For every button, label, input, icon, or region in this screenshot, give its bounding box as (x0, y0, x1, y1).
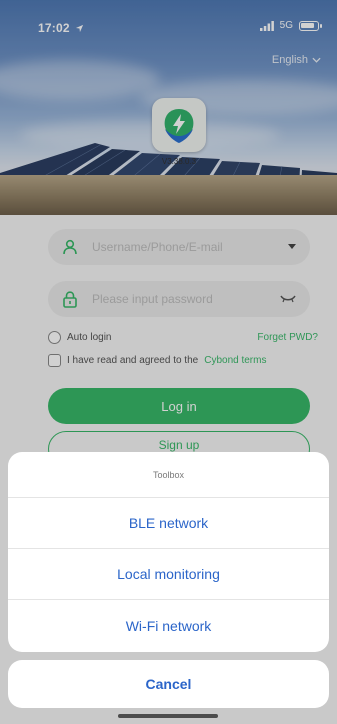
ble-network-option[interactable]: BLE network (8, 498, 329, 549)
home-indicator (118, 714, 218, 718)
toolbox-action-sheet: Toolbox BLE network Local monitoring Wi-… (8, 452, 329, 652)
sheet-title: Toolbox (8, 452, 329, 498)
wifi-network-option[interactable]: Wi-Fi network (8, 600, 329, 651)
cancel-button[interactable]: Cancel (8, 660, 329, 708)
login-screen: 17:02 5G English V3.38.0.3 Username/Phon… (0, 0, 337, 724)
local-monitoring-option[interactable]: Local monitoring (8, 549, 329, 600)
